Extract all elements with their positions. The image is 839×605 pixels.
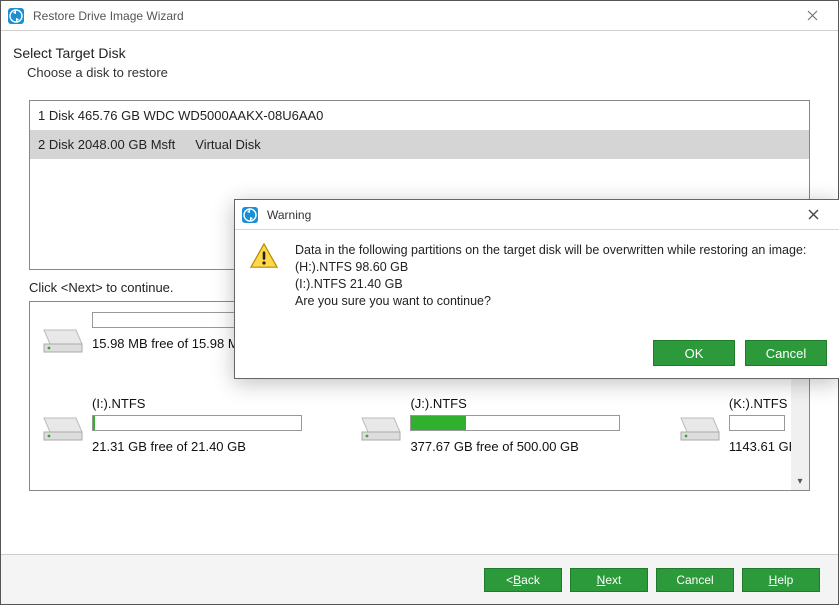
wizard-footer: < Back Next Cancel Help xyxy=(1,554,838,604)
disk-row[interactable]: 1 Disk 465.76 GB WDC WD5000AAKX-08U6AA0 xyxy=(30,101,809,130)
drive-icon xyxy=(677,412,721,444)
next-button[interactable]: Next xyxy=(570,568,648,592)
app-icon xyxy=(241,206,259,224)
scroll-down-icon[interactable]: ▾ xyxy=(791,472,809,490)
close-icon xyxy=(808,209,819,220)
help-button[interactable]: Help xyxy=(742,568,820,592)
disk-label: 2 Disk 2048.00 GB Msft xyxy=(38,137,175,152)
drive-icon xyxy=(358,412,402,444)
partition-label: (I:).NTFS xyxy=(92,396,334,411)
window-title: Restore Drive Image Wizard xyxy=(33,9,792,23)
window-close-button[interactable] xyxy=(792,2,832,30)
dialog-title: Warning xyxy=(267,208,793,222)
disk-label: Virtual Disk xyxy=(195,137,261,152)
disk-label: 1 Disk 465.76 GB WDC WD5000AAKX-08U6AA0 xyxy=(38,108,323,123)
partition-free-text: 21.31 GB free of 21.40 GB xyxy=(92,439,334,454)
dialog-line: Are you sure you want to continue? xyxy=(295,293,806,310)
dialog-line: (H:).NTFS 98.60 GB xyxy=(295,259,806,276)
dialog-body: Data in the following partitions on the … xyxy=(235,230,839,310)
usage-bar xyxy=(92,415,302,431)
partition-label: (K:).NTFS xyxy=(729,396,797,411)
usage-bar xyxy=(410,415,620,431)
wizard-header: Select Target Disk Choose a disk to rest… xyxy=(1,31,838,92)
partition-item[interactable]: (K:).NTFS 1143.61 GB xyxy=(667,390,807,454)
main-window: Restore Drive Image Wizard Select Target… xyxy=(0,0,839,605)
dialog-cancel-button[interactable]: Cancel xyxy=(745,340,827,366)
dialog-text: Data in the following partitions on the … xyxy=(295,242,806,310)
partition-label: (J:).NTFS xyxy=(410,396,652,411)
disk-row[interactable]: 2 Disk 2048.00 GB Msft Virtual Disk xyxy=(30,130,809,159)
app-icon xyxy=(7,7,25,25)
usage-bar xyxy=(729,415,785,431)
page-title: Select Target Disk xyxy=(13,45,826,61)
drive-icon xyxy=(40,324,84,356)
dialog-titlebar: Warning xyxy=(235,200,839,230)
dialog-line: (I:).NTFS 21.40 GB xyxy=(295,276,806,293)
page-subtitle: Choose a disk to restore xyxy=(27,65,826,80)
dialog-line: Data in the following partitions on the … xyxy=(295,242,806,259)
dialog-close-button[interactable] xyxy=(793,201,833,229)
partition-item[interactable]: (J:).NTFS 377.67 GB free of 500.00 GB xyxy=(348,390,662,454)
drive-icon xyxy=(40,412,84,444)
back-button[interactable]: < Back xyxy=(484,568,562,592)
ok-button[interactable]: OK xyxy=(653,340,735,366)
cancel-button[interactable]: Cancel xyxy=(656,568,734,592)
warning-dialog: Warning Data in the following partitions… xyxy=(234,199,839,379)
dialog-footer: OK Cancel xyxy=(653,340,827,366)
titlebar: Restore Drive Image Wizard xyxy=(1,1,838,31)
warning-icon xyxy=(249,242,283,310)
partition-free-text: 377.67 GB free of 500.00 GB xyxy=(410,439,652,454)
close-icon xyxy=(807,10,818,21)
partition-item[interactable]: (I:).NTFS 21.31 GB free of 21.40 GB xyxy=(30,390,344,454)
partition-free-text: 1143.61 GB xyxy=(729,439,797,454)
